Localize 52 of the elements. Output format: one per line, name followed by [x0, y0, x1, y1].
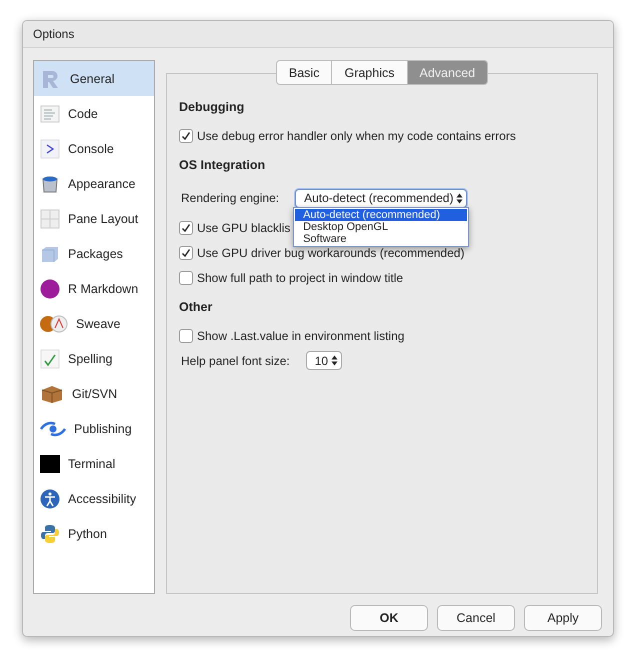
tab[interactable]: Basic: [276, 60, 332, 85]
sidebar-item[interactable]: Python: [34, 516, 154, 551]
checkbox-label: Use debug error handler only when my code contains errors: [197, 128, 516, 142]
dropdown[interactable]: Auto-detect (recommended): [295, 188, 468, 208]
accessibility-icon: [40, 488, 60, 508]
sidebar-item[interactable]: Publishing: [34, 411, 154, 446]
sidebar-item[interactable]: Appearance: [34, 166, 154, 201]
checkbox[interactable]: [179, 220, 193, 234]
checkbox-label: Use GPU driver bug workarounds (recommended): [197, 246, 464, 260]
section-heading: Debugging: [179, 100, 246, 114]
sidebar-item[interactable]: Terminal: [34, 446, 154, 481]
paint-bucket-icon: [40, 174, 60, 194]
sidebar-item[interactable]: Accessibility: [34, 481, 154, 516]
dialog-button[interactable]: Cancel: [437, 605, 515, 631]
dialog-button[interactable]: Apply: [524, 605, 602, 631]
sidebar-item[interactable]: Sweave: [34, 306, 154, 341]
sidebar-item[interactable]: General: [34, 61, 154, 96]
up-down-arrows-icon: [456, 192, 464, 204]
spellcheck-icon: [40, 348, 60, 368]
sidebar-item[interactable]: Pane Layout: [34, 201, 154, 236]
box-icon: [40, 384, 64, 404]
dialog-button[interactable]: OK: [350, 605, 428, 631]
checkbox[interactable]: [179, 328, 193, 342]
grid-icon: [40, 208, 60, 228]
checkbox-label: Show .Last.value in environment listing: [197, 328, 404, 342]
python-icon: [40, 524, 60, 544]
up-down-arrows-icon: [331, 355, 338, 366]
terminal-icon: [40, 454, 60, 472]
sidebar-item[interactable]: Git/SVN: [34, 376, 154, 411]
checkbox-label: Show full path to project in window title: [197, 270, 404, 284]
document-icon: [40, 104, 60, 122]
checkbox[interactable]: [179, 128, 193, 142]
section-heading: OS Integration: [179, 158, 266, 172]
sidebar-item[interactable]: Spelling: [34, 341, 154, 376]
checkbox[interactable]: [179, 270, 193, 284]
eye-arrows-icon: [40, 420, 66, 438]
prompt-icon: [40, 138, 60, 158]
checkbox-label: Use GPU blacklis: [197, 220, 290, 234]
field-label: Rendering engine:: [181, 191, 280, 205]
sidebar-item[interactable]: Packages: [34, 236, 154, 271]
menu-option[interactable]: Auto-detect (recommended): [295, 208, 468, 220]
checkbox[interactable]: [179, 246, 193, 260]
sidebar-item[interactable]: Console: [34, 131, 154, 166]
circle-icon: [40, 278, 60, 298]
window-title: Options: [33, 27, 74, 41]
tab[interactable]: Graphics: [332, 60, 408, 85]
sidebar-item[interactable]: R Markdown: [34, 271, 154, 306]
section-heading: Other: [179, 300, 214, 314]
circles-icon: [40, 314, 68, 332]
sidebar-item[interactable]: Code: [34, 96, 154, 131]
dropdown[interactable]: 10: [306, 351, 342, 370]
field-label: Help panel font size:: [181, 354, 290, 368]
